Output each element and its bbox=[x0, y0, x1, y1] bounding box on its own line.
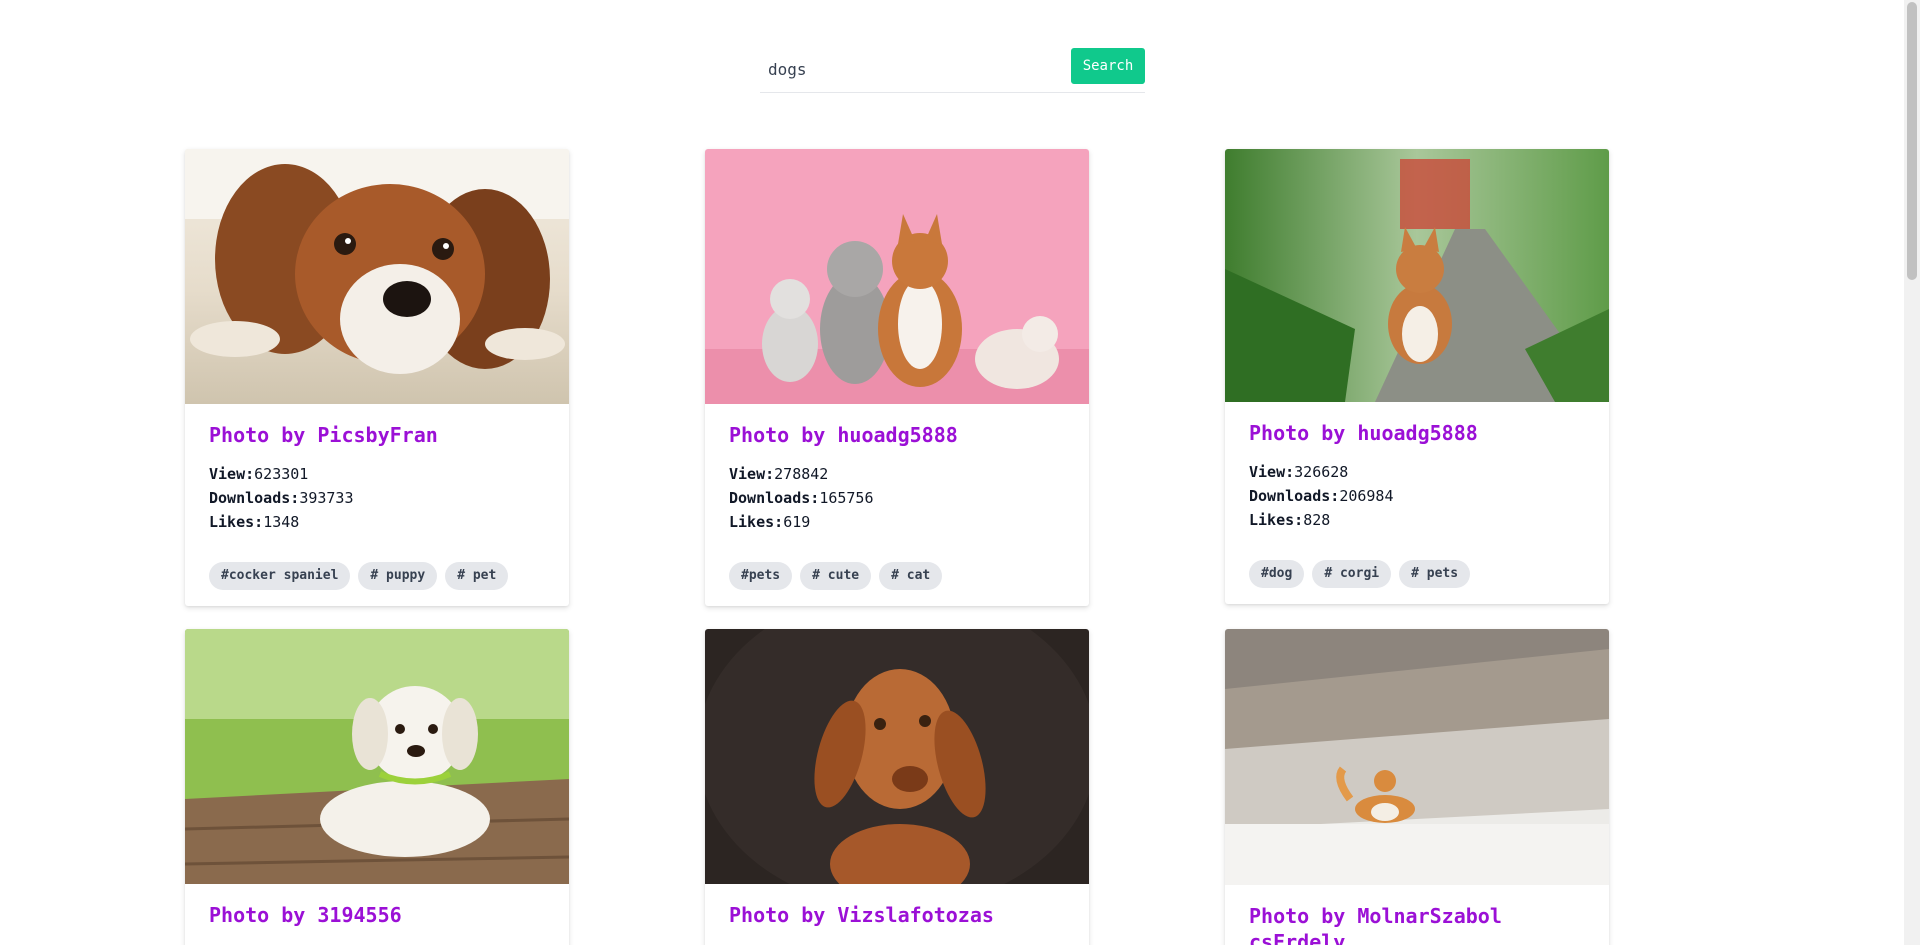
photo-image[interactable] bbox=[1225, 149, 1609, 402]
tag[interactable]: #cocker spaniel bbox=[209, 562, 351, 590]
card-body: Photo by Vizslafotozas View:371234 bbox=[705, 884, 1089, 945]
search-button[interactable]: Search bbox=[1071, 48, 1145, 84]
view-count: View:623301 bbox=[209, 462, 545, 486]
view-value: 278842 bbox=[774, 465, 829, 483]
download-count: Downloads:206984 bbox=[1249, 484, 1585, 508]
photo-card: Photo by PicsbyFran View:623301 Download… bbox=[185, 149, 569, 606]
white-puppy-photo bbox=[185, 629, 569, 884]
card-body: Photo by huoadg5888 View:278842 Download… bbox=[705, 404, 1089, 606]
card-body: Photo by huoadg5888 View:326628 Download… bbox=[1225, 402, 1609, 604]
likes-label: Likes: bbox=[729, 513, 784, 531]
photographer-link[interactable]: Photo by PicsbyFran bbox=[209, 422, 545, 448]
downloads-value: 165756 bbox=[819, 489, 874, 507]
downloads-value: 206984 bbox=[1339, 487, 1394, 505]
view-count: View:278842 bbox=[729, 462, 1065, 486]
likes-value: 828 bbox=[1303, 511, 1331, 529]
view-label: View: bbox=[729, 465, 775, 483]
view-value: 326628 bbox=[1294, 463, 1349, 481]
tag-list: #pets # cute # cat bbox=[729, 562, 1065, 590]
download-count: Downloads:165756 bbox=[729, 486, 1065, 510]
like-count: Likes:1348 bbox=[209, 510, 545, 534]
card-body: Photo by PicsbyFran View:623301 Download… bbox=[185, 404, 569, 606]
downloads-label: Downloads: bbox=[209, 489, 300, 507]
likes-value: 1348 bbox=[263, 513, 300, 531]
tag[interactable]: # corgi bbox=[1312, 560, 1392, 588]
card-body: Photo by 3194556 View:678109 bbox=[185, 884, 569, 945]
view-label: View: bbox=[1249, 463, 1295, 481]
tag[interactable]: # puppy bbox=[358, 562, 438, 590]
photographer-link[interactable]: Photo by huoadg5888 bbox=[729, 422, 1065, 448]
photo-card: Photo by huoadg5888 View:278842 Download… bbox=[705, 149, 1089, 606]
vizsla-photo bbox=[705, 629, 1089, 884]
photographer-link[interactable]: Photo by MolnarSzabolcsErdely bbox=[1249, 903, 1509, 945]
photo-image[interactable] bbox=[185, 629, 569, 884]
download-count: Downloads:393733 bbox=[209, 486, 545, 510]
tag[interactable]: # cat bbox=[879, 562, 943, 590]
tag-list: #dog # corgi # pets bbox=[1249, 560, 1585, 588]
corgi-snow-photo bbox=[1225, 629, 1609, 885]
page: Search bbox=[0, 0, 1920, 945]
downloads-value: 393733 bbox=[299, 489, 354, 507]
tag[interactable]: # cute bbox=[800, 562, 872, 590]
like-count: Likes:619 bbox=[729, 510, 1065, 534]
photographer-link[interactable]: Photo by 3194556 bbox=[209, 902, 545, 928]
card-body: Photo by MolnarSzabolcsErdely bbox=[1225, 885, 1609, 945]
pets-pink-photo bbox=[705, 149, 1089, 404]
photographer-link[interactable]: Photo by huoadg5888 bbox=[1249, 420, 1585, 446]
photo-card: Photo by Vizslafotozas View:371234 bbox=[705, 629, 1089, 945]
like-count: Likes:828 bbox=[1249, 508, 1585, 532]
view-label: View: bbox=[209, 465, 255, 483]
tag-list: #cocker spaniel # puppy # pet bbox=[209, 562, 545, 590]
photo-card: Photo by 3194556 View:678109 bbox=[185, 629, 569, 945]
photo-image[interactable] bbox=[185, 149, 569, 404]
tag[interactable]: # pets bbox=[1399, 560, 1471, 588]
photo-image[interactable] bbox=[705, 149, 1089, 404]
tag[interactable]: # pet bbox=[445, 562, 509, 590]
corgi-railway-photo bbox=[1225, 149, 1609, 402]
photo-card: Photo by huoadg5888 View:326628 Download… bbox=[1225, 149, 1609, 604]
likes-value: 619 bbox=[783, 513, 811, 531]
search-bar: Search bbox=[760, 46, 1145, 93]
view-count: View:326628 bbox=[1249, 460, 1585, 484]
tag[interactable]: #pets bbox=[729, 562, 793, 590]
view-value: 623301 bbox=[254, 465, 309, 483]
scrollbar[interactable] bbox=[1904, 0, 1920, 945]
tag[interactable]: #dog bbox=[1249, 560, 1305, 588]
downloads-label: Downloads: bbox=[1249, 487, 1340, 505]
scrollbar-thumb[interactable] bbox=[1907, 2, 1917, 280]
photo-card: Photo by MolnarSzabolcsErdely bbox=[1225, 629, 1609, 945]
photographer-link[interactable]: Photo by Vizslafotozas bbox=[729, 902, 1065, 928]
photo-image[interactable] bbox=[705, 629, 1089, 884]
likes-label: Likes: bbox=[209, 513, 264, 531]
downloads-label: Downloads: bbox=[729, 489, 820, 507]
search-input[interactable] bbox=[760, 49, 1076, 89]
cavalier-spaniel-photo bbox=[185, 149, 569, 404]
photo-image[interactable] bbox=[1225, 629, 1609, 885]
likes-label: Likes: bbox=[1249, 511, 1304, 529]
